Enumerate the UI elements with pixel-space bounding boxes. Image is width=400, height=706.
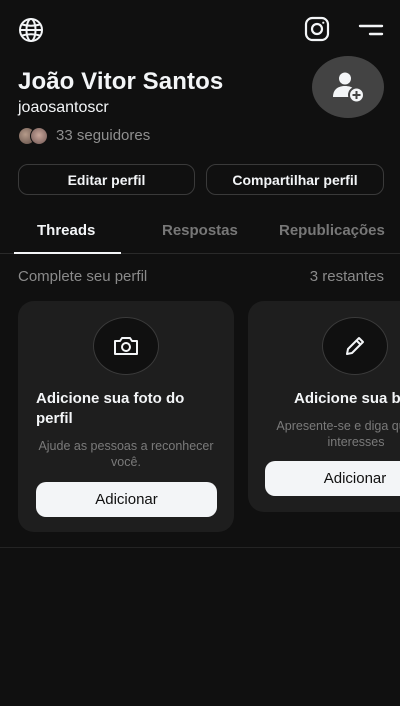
- follower-avatar: [30, 127, 48, 145]
- followers-count: 33 seguidores: [56, 126, 151, 144]
- camera-icon: [114, 337, 138, 355]
- instagram-icon[interactable]: [304, 16, 330, 42]
- tab-respostas[interactable]: Respostas: [162, 222, 238, 239]
- followers-link[interactable]: 33 seguidores: [18, 125, 150, 145]
- profile-handle: joaosantoscr: [18, 99, 109, 116]
- active-tab-indicator: [14, 252, 121, 254]
- pencil-icon: [346, 337, 364, 355]
- card-title: Adicione sua b: [294, 390, 400, 407]
- avatar[interactable]: [312, 56, 384, 118]
- card-title: Adicione sua foto do perfil: [36, 390, 185, 427]
- profile-tabs: Threads Respostas Republicações: [0, 212, 400, 254]
- edit-profile-button[interactable]: Editar perfil: [18, 164, 195, 195]
- remaining-count: 3 restantes: [309, 268, 384, 285]
- menu-icon[interactable]: [358, 19, 384, 41]
- share-profile-button[interactable]: Compartilhar perfil: [206, 164, 384, 195]
- add-bio-button[interactable]: Adicionar: [265, 461, 400, 496]
- add-bio-card: Adicione sua b Apresente-se e diga qu se…: [248, 301, 400, 512]
- complete-profile-title: Complete seu perfil: [18, 268, 148, 285]
- card-description: Ajude as pessoas a reconhecer você.: [38, 439, 214, 469]
- top-bar: [0, 0, 400, 58]
- pencil-icon-circle: [322, 317, 388, 375]
- camera-icon-circle: [93, 317, 159, 375]
- add-photo-card: Adicione sua foto do perfil Ajude as pes…: [18, 301, 234, 532]
- follower-avatars: [18, 126, 52, 145]
- tab-threads[interactable]: Threads: [37, 222, 95, 239]
- globe-icon[interactable]: [18, 17, 44, 43]
- divider: [0, 547, 400, 548]
- tab-republicacoes[interactable]: Republicações: [279, 222, 385, 239]
- add-photo-button[interactable]: Adicionar: [36, 482, 217, 517]
- card-description: Apresente-se e diga qu seus interesses: [276, 419, 400, 449]
- profile-name: João Vitor Santos: [18, 68, 224, 95]
- add-person-icon: [333, 72, 365, 104]
